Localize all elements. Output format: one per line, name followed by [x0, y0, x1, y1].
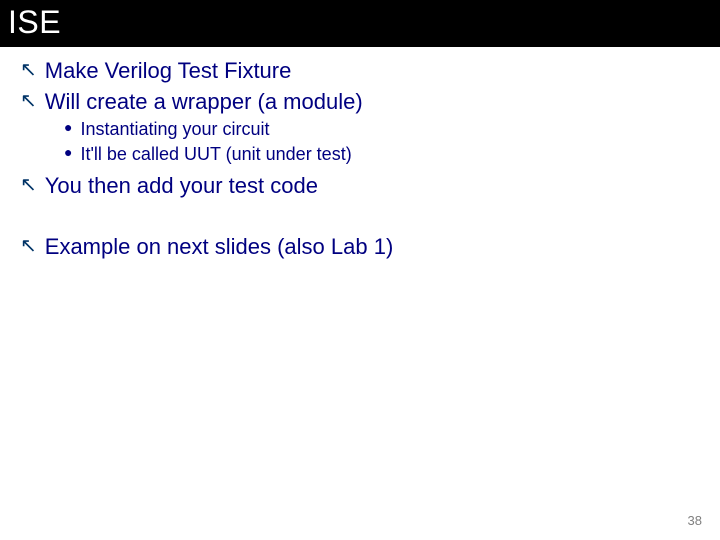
sub-bullet-item: ● It'll be called UUT (unit under test) — [64, 143, 700, 166]
sub-bullet-text: Instantiating your circuit — [80, 118, 269, 141]
page-number: 38 — [688, 513, 702, 528]
bullet-text: Example on next slides (also Lab 1) — [45, 233, 394, 262]
slide-content: ↖ Make Verilog Test Fixture ↖ Will creat… — [0, 47, 720, 261]
sub-bullet-list: ● Instantiating your circuit ● It'll be … — [20, 118, 700, 166]
title-bar: ISE — [0, 0, 720, 47]
slide-title: ISE — [8, 4, 708, 41]
bullet-text: You then add your test code — [45, 172, 318, 201]
bullet-item: ↖ Example on next slides (also Lab 1) — [20, 233, 700, 262]
dot-icon: ● — [64, 143, 72, 163]
sub-bullet-item: ● Instantiating your circuit — [64, 118, 700, 141]
sub-bullet-text: It'll be called UUT (unit under test) — [80, 143, 351, 166]
arrow-up-left-icon: ↖ — [20, 88, 37, 114]
bullet-text: Will create a wrapper (a module) — [45, 88, 363, 117]
bullet-item: ↖ You then add your test code — [20, 172, 700, 201]
bullet-item: ↖ Make Verilog Test Fixture — [20, 57, 700, 86]
dot-icon: ● — [64, 118, 72, 138]
arrow-up-left-icon: ↖ — [20, 172, 37, 198]
bullet-text: Make Verilog Test Fixture — [45, 57, 292, 86]
bullet-list: ↖ You then add your test code — [20, 172, 700, 201]
slide: ISE ↖ Make Verilog Test Fixture ↖ Will c… — [0, 0, 720, 540]
arrow-up-left-icon: ↖ — [20, 233, 37, 259]
spacer — [20, 203, 700, 233]
bullet-list: ↖ Make Verilog Test Fixture ↖ Will creat… — [20, 57, 700, 116]
bullet-item: ↖ Will create a wrapper (a module) — [20, 88, 700, 117]
bullet-list: ↖ Example on next slides (also Lab 1) — [20, 233, 700, 262]
arrow-up-left-icon: ↖ — [20, 57, 37, 83]
